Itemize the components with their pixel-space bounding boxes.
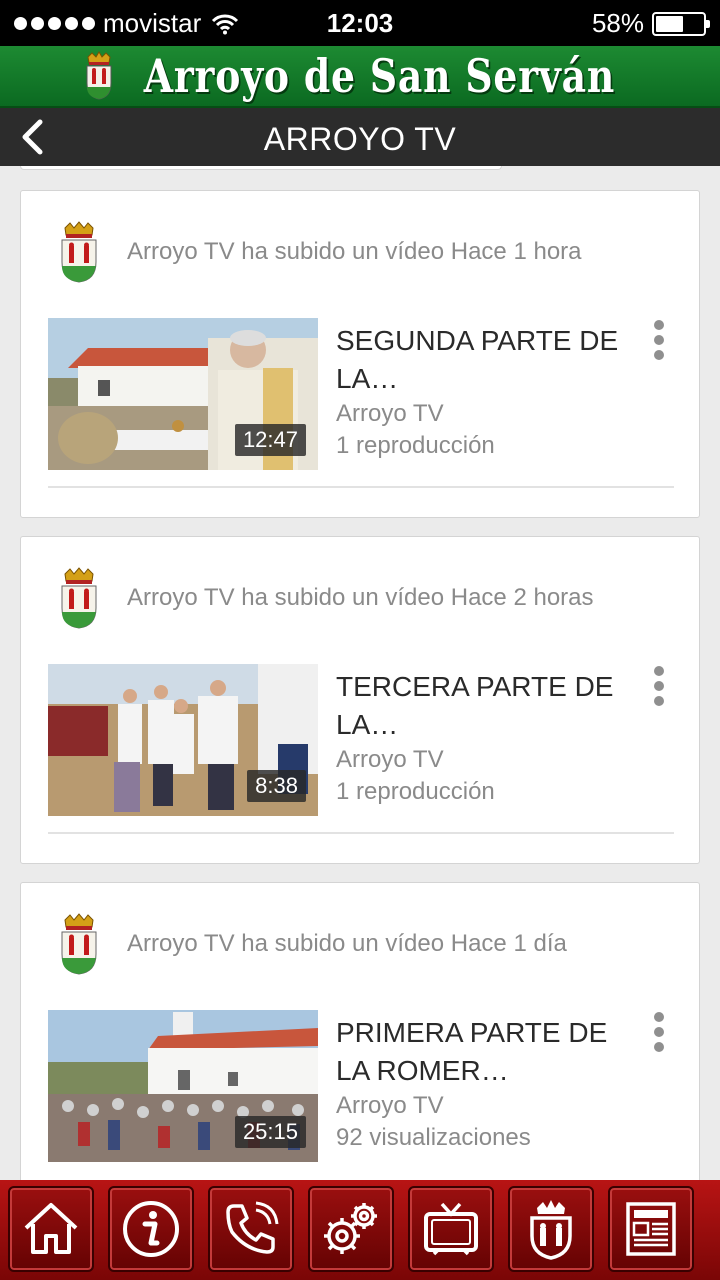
status-bar: movistar 12:03 58% (0, 0, 720, 46)
app-title: Arroyo de San Serván (143, 49, 615, 103)
video-item: 25:15 PRIMERA PARTE DE LA ROMER… Arroyo … (48, 1010, 674, 1162)
more-options-button[interactable] (644, 1010, 674, 1054)
activity-header: Arroyo TV ha subido un vídeo Hace 1 hora (57, 217, 677, 287)
more-vertical-icon (654, 320, 664, 330)
feed-card: Arroyo TV ha subido un vídeo Hace 1 día (20, 882, 700, 1180)
feed-card: Arroyo TV ha subido un vídeo Hace 1 hora (20, 190, 700, 518)
home-icon (24, 1203, 78, 1254)
video-duration: 8:38 (247, 770, 306, 802)
video-title[interactable]: PRIMERA PARTE DE LA ROMER… (336, 1014, 636, 1090)
status-right: 58% (591, 8, 710, 39)
feed-list[interactable]: Arroyo TV ha subido un vídeo Hace 1 hora (0, 166, 720, 1180)
tab-town[interactable] (508, 1186, 594, 1272)
divider (48, 832, 674, 834)
video-thumbnail[interactable]: 8:38 (48, 664, 318, 816)
more-vertical-icon (654, 666, 664, 676)
page-title: ARROYO TV (263, 121, 457, 157)
more-vertical-icon (654, 1012, 664, 1022)
video-title[interactable]: SEGUNDA PARTE DE LA… (336, 322, 636, 398)
channel-avatar-crest-icon[interactable] (57, 566, 101, 630)
nav-bar: ARROYO TV (0, 108, 720, 166)
tv-icon (424, 1202, 478, 1256)
info-icon (123, 1201, 179, 1257)
more-options-button[interactable] (644, 664, 674, 708)
activity-header: Arroyo TV ha subido un vídeo Hace 1 día (57, 909, 677, 979)
battery-icon (652, 11, 710, 36)
tab-phone[interactable] (208, 1186, 294, 1272)
coat-of-arms-icon (86, 51, 112, 100)
tab-settings[interactable] (308, 1186, 394, 1272)
activity-text: Arroyo TV ha subido un vídeo Hace 1 día (127, 930, 567, 957)
tab-news[interactable] (608, 1186, 694, 1272)
tab-home[interactable] (8, 1186, 94, 1272)
video-title[interactable]: TERCERA PARTE DE LA… (336, 668, 636, 744)
video-thumbnail[interactable]: 25:15 (48, 1010, 318, 1162)
tab-tv[interactable] (408, 1186, 494, 1272)
video-views: 1 reproducción (336, 778, 495, 805)
coat-of-arms-icon (530, 1200, 572, 1260)
video-channel[interactable]: Arroyo TV (336, 746, 444, 774)
video-item: 8:38 TERCERA PARTE DE LA… Arroyo TV 1 re… (48, 664, 674, 816)
more-options-button[interactable] (644, 318, 674, 362)
video-views: 1 reproducción (336, 432, 495, 459)
channel-avatar-crest-icon[interactable] (57, 220, 101, 284)
video-duration: 25:15 (234, 1116, 306, 1148)
activity-header: Arroyo TV ha subido un vídeo Hace 2 hora… (57, 563, 677, 633)
feed-card: Arroyo TV ha subido un vídeo Hace 2 hora… (20, 536, 700, 864)
settings-gears-icon (324, 1203, 377, 1254)
activity-text: Arroyo TV ha subido un vídeo Hace 1 hora (127, 238, 582, 265)
newspaper-icon (626, 1202, 676, 1256)
activity-text: Arroyo TV ha subido un vídeo Hace 2 hora… (127, 584, 594, 611)
phone-icon (226, 1201, 279, 1254)
tab-info[interactable] (108, 1186, 194, 1272)
video-duration: 12:47 (234, 424, 306, 456)
channel-avatar-crest-icon[interactable] (57, 912, 101, 976)
bottom-tab-bar (0, 1180, 720, 1280)
battery-percent: 58% (591, 8, 644, 38)
video-thumbnail[interactable]: 12:47 (48, 318, 318, 470)
video-views: 92 visualizaciones (336, 1124, 531, 1151)
video-channel[interactable]: Arroyo TV (336, 1092, 444, 1120)
app-header-banner: Arroyo de San Serván (0, 46, 720, 108)
video-channel[interactable]: Arroyo TV (336, 400, 444, 428)
divider (48, 486, 674, 488)
previous-card-edge (20, 166, 502, 170)
video-item: 12:47 SEGUNDA PARTE DE LA… Arroyo TV 1 r… (48, 318, 674, 470)
